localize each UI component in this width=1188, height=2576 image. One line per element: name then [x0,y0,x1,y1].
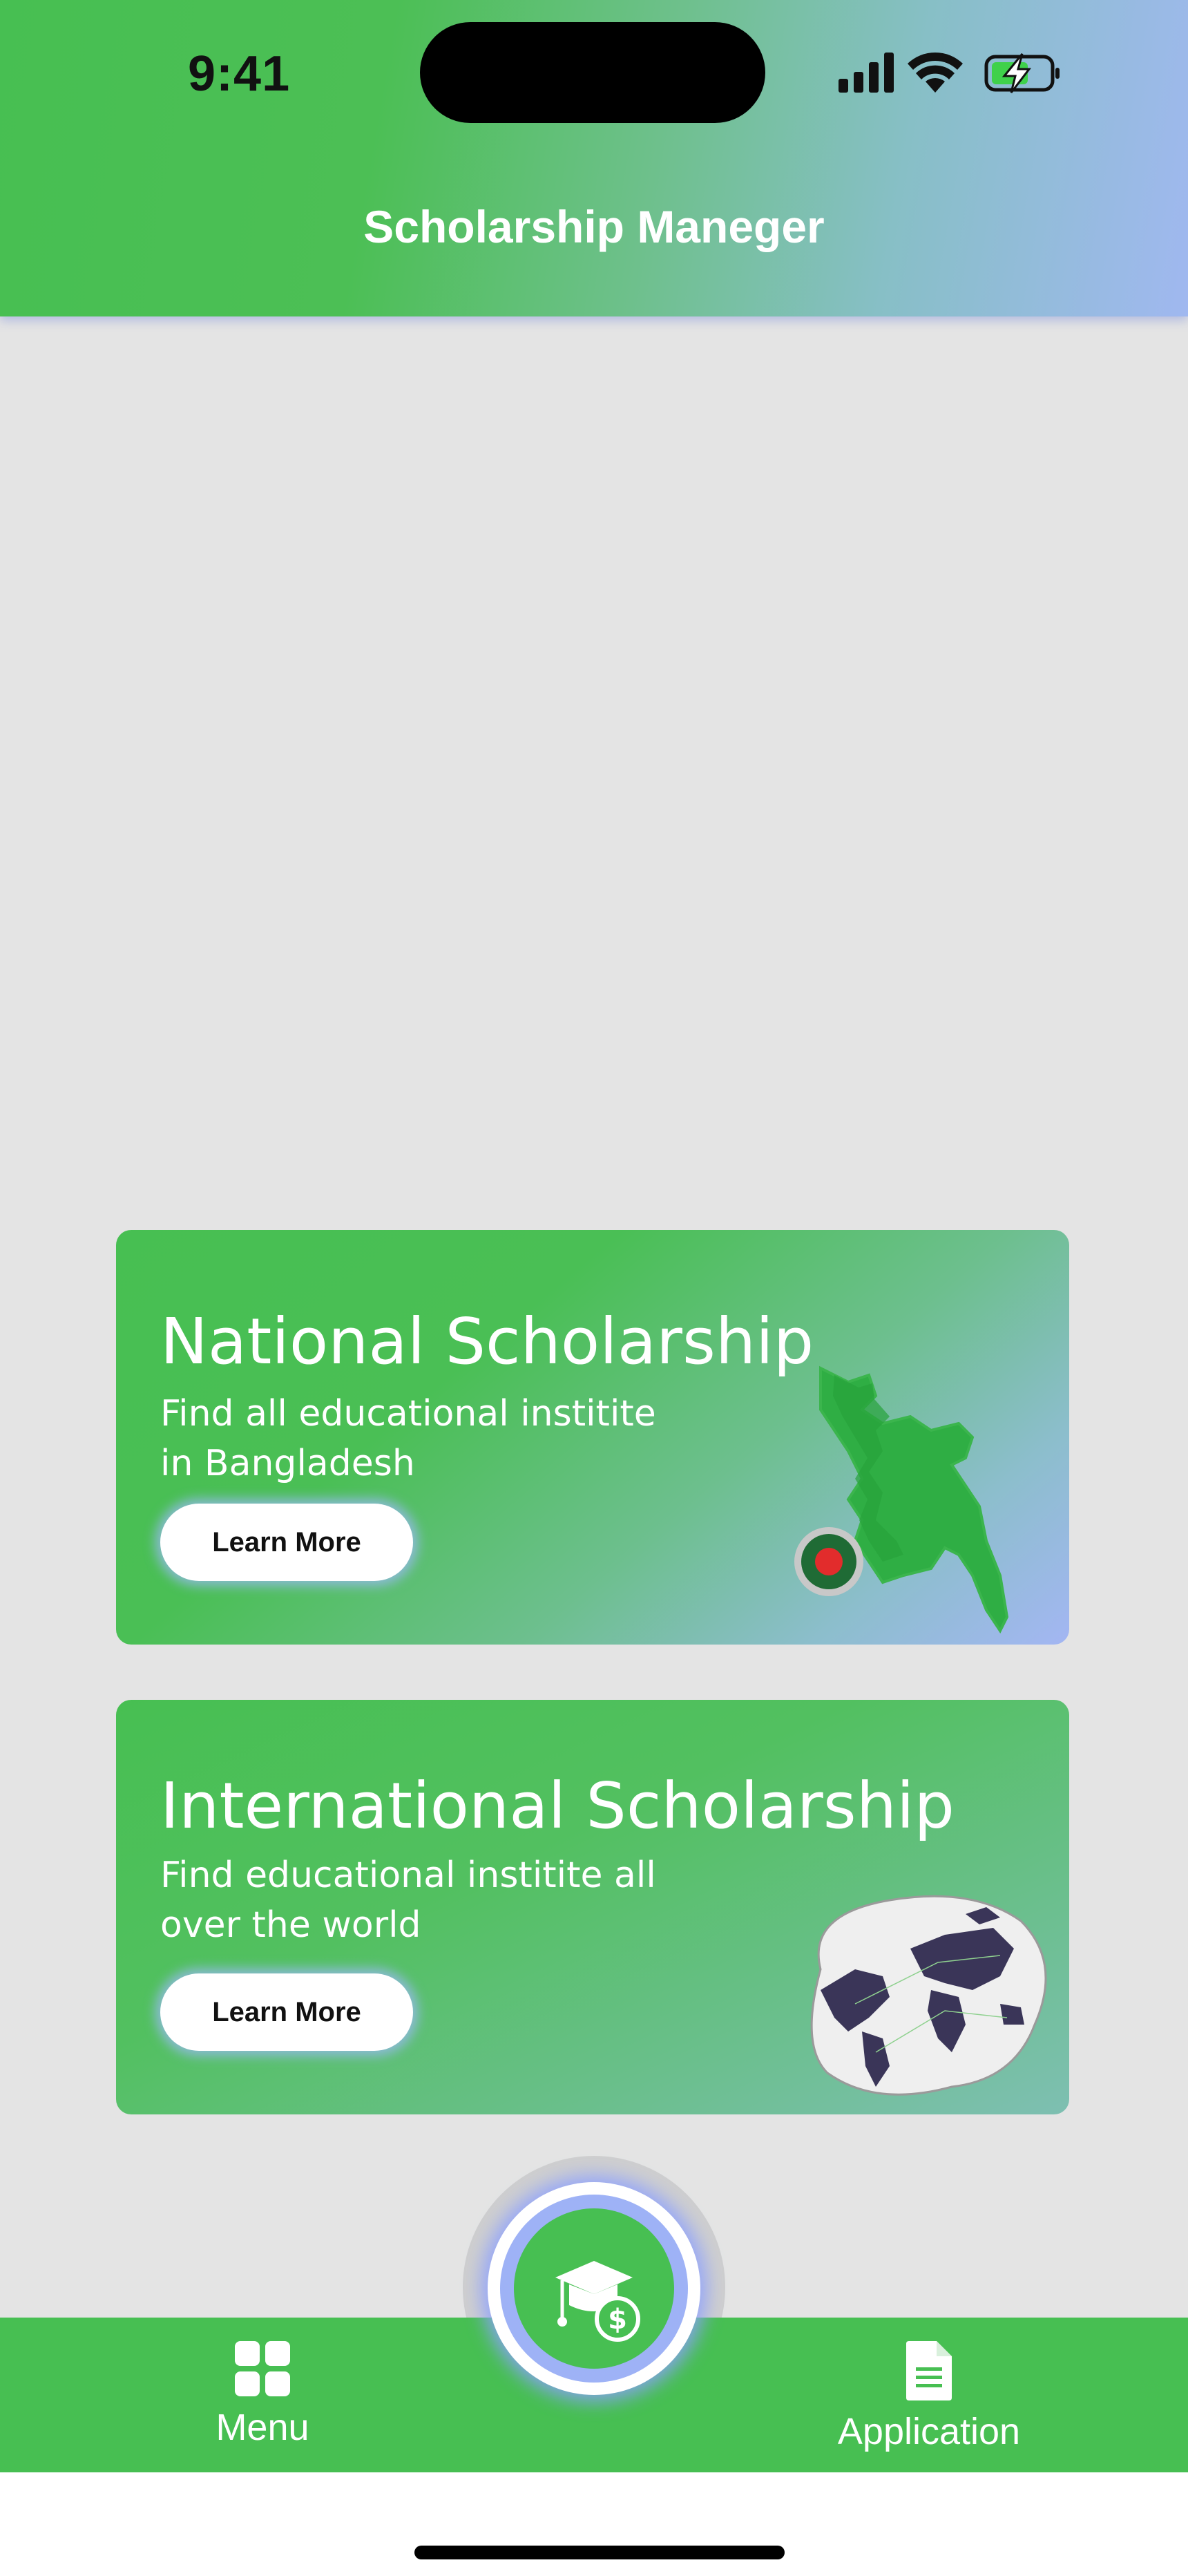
status-icons [839,53,1060,93]
document-icon [906,2341,952,2400]
home-indicator-area [0,2472,1188,2576]
fab-core: $ [514,2208,674,2369]
battery-charging-icon [984,53,1060,93]
scholarship-fab-button[interactable]: $ [488,2182,700,2395]
graduation-cap-dollar-icon: $ [555,2261,640,2342]
world-map-icon [810,1895,1047,2096]
nav-label: Menu [215,2407,309,2448]
card-title: National Scholarship [160,1305,814,1379]
fab-ring: $ [500,2195,688,2383]
card-title: International Scholarship [160,1769,955,1843]
home-indicator[interactable] [414,2546,785,2559]
status-time: 9:41 [188,46,291,102]
nav-label: Application [837,2411,1021,2452]
app-header: 9:41 Scholarship Maneger [0,0,1188,316]
card-subtitle: Find all educational institite in Bangla… [160,1393,656,1484]
svg-text:$: $ [608,2304,627,2336]
international-scholarship-card[interactable]: International Scholarship Find education… [116,1700,1069,2114]
learn-more-button[interactable]: Learn More [160,1973,413,2051]
bangladesh-map-icon [794,1365,1009,1633]
dynamic-island [420,22,765,123]
page-title: Scholarship Maneger [363,201,825,252]
signal-icon [839,53,894,93]
national-scholarship-card[interactable]: National Scholarship Find all educationa… [116,1230,1069,1645]
grid-icon [235,2341,290,2396]
nav-item-application[interactable]: Application [815,2340,1043,2453]
wifi-icon [908,53,963,93]
nav-item-menu[interactable]: Menu [193,2340,332,2449]
learn-more-button[interactable]: Learn More [160,1504,413,1581]
card-subtitle: Find educational institite all over the … [160,1855,656,1946]
